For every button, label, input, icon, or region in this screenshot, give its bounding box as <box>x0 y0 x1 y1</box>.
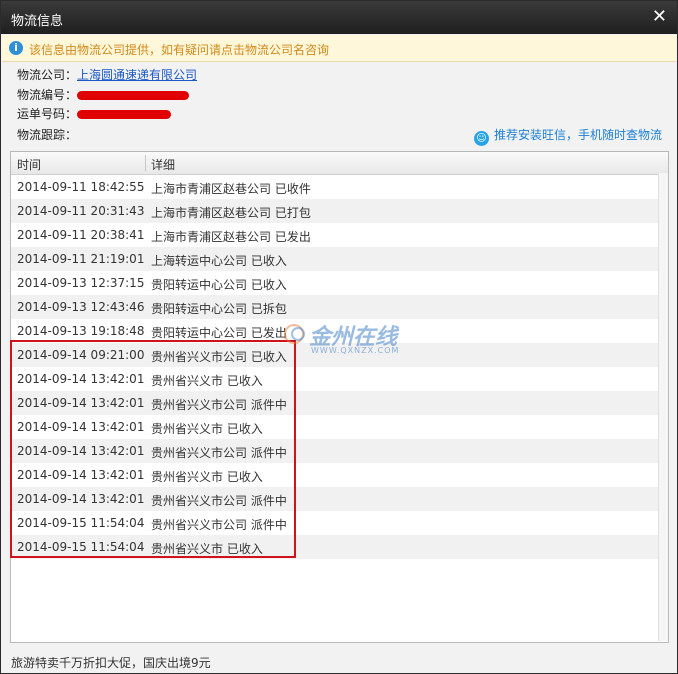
redacted-number <box>77 91 190 100</box>
redacted-waybill <box>77 110 172 119</box>
row-time: 2014-09-11 18:42:55 <box>17 180 145 194</box>
row-time: 2014-09-13 12:43:46 <box>17 300 145 314</box>
row-detail: 贵阳转运中心公司 已收入 <box>151 278 287 292</box>
table-row[interactable]: 2014-09-11 21:19:01 上海转运中心公司 已收入 <box>11 247 668 271</box>
table-row[interactable]: 2014-09-11 20:38:41 上海市青浦区赵巷公司 已发出 <box>11 223 668 247</box>
company-label: 物流公司： <box>17 68 78 82</box>
number-row: 物流编号： <box>17 86 190 103</box>
tracking-row: 物流跟踪： <box>17 126 77 143</box>
table-row[interactable]: 2014-09-11 20:31:43 上海市青浦区赵巷公司 已打包 <box>11 199 668 223</box>
footer-ad[interactable]: 旅游特卖千万折扣大促，国庆出境9元 <box>11 654 211 671</box>
row-detail: 贵阳转运中心公司 已拆包 <box>151 302 287 316</box>
row-detail: 上海市青浦区赵巷公司 已收件 <box>151 182 311 196</box>
row-time: 2014-09-11 21:19:01 <box>17 252 145 266</box>
table-header: 时间 详细 <box>11 152 668 175</box>
notice-bar: i 该信息由物流公司提供，如有疑问请点击物流公司名咨询 <box>2 35 676 62</box>
notice-text: 该信息由物流公司提供，如有疑问请点击物流公司名咨询 <box>29 43 330 57</box>
waybill-row: 运单号码： <box>17 105 172 122</box>
logistics-dialog: 物流信息 ✕ i 该信息由物流公司提供，如有疑问请点击物流公司名咨询 物流公司：… <box>0 0 678 674</box>
table-row[interactable]: 2014-09-13 12:43:46 贵阳转运中心公司 已拆包 <box>11 295 668 319</box>
title-bar: 物流信息 ✕ <box>1 1 677 34</box>
highlight-box <box>10 340 296 558</box>
number-label: 物流编号： <box>17 88 78 102</box>
header-divider[interactable] <box>145 155 146 171</box>
row-detail: 贵阳转运中心公司 已发出 <box>151 326 287 340</box>
info-icon: i <box>9 41 23 55</box>
close-icon[interactable]: ✕ <box>652 6 667 27</box>
header-time[interactable]: 时间 <box>17 156 41 173</box>
company-row: 物流公司：上海圆通速递有限公司 <box>17 66 197 83</box>
watermark-logo-icon <box>284 324 305 344</box>
row-time: 2014-09-13 12:37:15 <box>17 276 145 290</box>
table-row[interactable]: 2014-09-13 12:37:15 贵阳转运中心公司 已收入 <box>11 271 668 295</box>
dialog-title: 物流信息 <box>11 14 64 29</box>
waybill-label: 运单号码： <box>17 107 78 121</box>
table-row[interactable]: 2014-09-11 18:42:55 上海市青浦区赵巷公司 已收件 <box>11 175 668 199</box>
row-time: 2014-09-11 20:38:41 <box>17 228 145 242</box>
company-link[interactable]: 上海圆通速递有限公司 <box>77 68 197 82</box>
row-detail: 上海市青浦区赵巷公司 已打包 <box>151 206 311 220</box>
header-detail[interactable]: 详细 <box>151 156 175 173</box>
tracking-label: 物流跟踪： <box>17 128 78 142</box>
recommend-wangxin-link[interactable]: ☺ 推荐安装旺信，手机随时查物流 <box>474 126 662 146</box>
row-detail: 上海转运中心公司 已收入 <box>151 254 287 268</box>
wangxin-icon: ☺ <box>474 131 489 146</box>
scrollbar[interactable] <box>658 173 668 641</box>
row-time: 2014-09-11 20:31:43 <box>17 204 145 218</box>
recommend-text: 推荐安装旺信，手机随时查物流 <box>494 128 663 142</box>
row-detail: 上海市青浦区赵巷公司 已发出 <box>151 230 311 244</box>
row-time: 2014-09-13 19:18:48 <box>17 324 145 338</box>
watermark-url: WWW.QXNZX.COM <box>311 346 400 355</box>
